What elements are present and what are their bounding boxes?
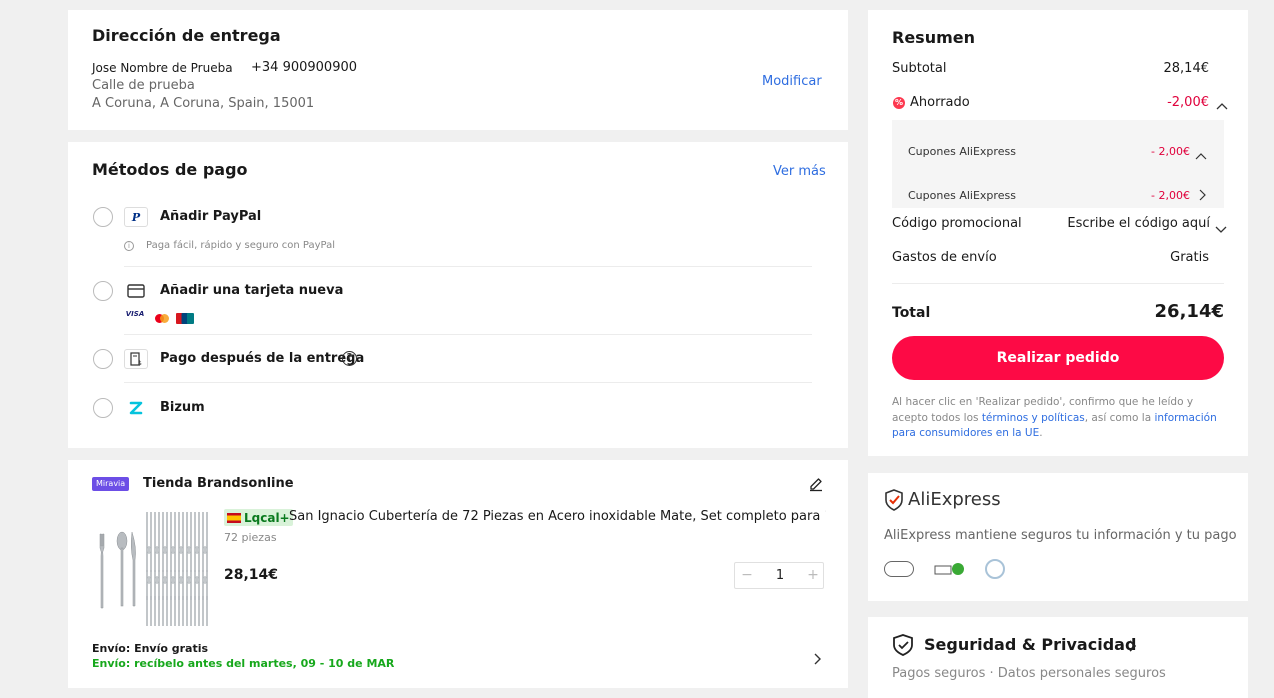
security-text: Pagos seguros · Datos personales seguros bbox=[892, 666, 1166, 681]
modify-address-link[interactable]: Modificar bbox=[762, 74, 822, 89]
divider bbox=[124, 266, 812, 267]
discount-icon: % bbox=[893, 97, 905, 109]
promo-code-input[interactable]: Escribe el código aquí bbox=[1067, 216, 1210, 231]
total-label: Total bbox=[892, 305, 931, 321]
unionpay-icon bbox=[176, 309, 194, 324]
security-title[interactable]: Seguridad & Privacidad bbox=[924, 635, 1136, 654]
paypal-radio[interactable] bbox=[93, 207, 113, 227]
increase-button[interactable]: + bbox=[801, 563, 825, 588]
summary-title: Resumen bbox=[892, 28, 975, 47]
subtotal-value: 28,14€ bbox=[1163, 61, 1210, 76]
local-badge-text: Lqcal+ bbox=[244, 510, 290, 525]
paypal-note: Paga fácil, rápido y seguro con PayPal bbox=[146, 240, 336, 251]
divider bbox=[124, 382, 812, 383]
quantity-stepper: − 1 + bbox=[734, 562, 824, 589]
delivery-estimate: Envío: recíbelo antes del martes, 09 - 1… bbox=[92, 657, 395, 670]
total-value: 26,14€ bbox=[1154, 301, 1224, 322]
trust-card: AliExpress AliExpress mantiene seguros t… bbox=[868, 473, 1248, 601]
recipient-name: Jose Nombre de Prueba bbox=[92, 61, 233, 75]
bizum-label[interactable]: Bizum bbox=[160, 400, 205, 415]
bizum-icon bbox=[124, 398, 148, 418]
security-badge-icon bbox=[884, 561, 914, 577]
bizum-radio[interactable] bbox=[93, 398, 113, 418]
product-title[interactable]: San Ignacio Cubertería de 72 Piezas en A… bbox=[289, 509, 826, 524]
chevron-up-icon[interactable] bbox=[1195, 147, 1207, 160]
payment-card: Métodos de pago Ver más P Añadir PayPal … bbox=[68, 142, 848, 448]
terms-text-3: . bbox=[1039, 427, 1043, 439]
aliexpress-logo: AliExpress bbox=[908, 489, 1001, 510]
paypal-label[interactable]: Añadir PayPal bbox=[160, 209, 261, 224]
coupon-label: Cupones AliExpress bbox=[908, 189, 1016, 202]
security-card: Seguridad & Privacidad Pagos seguros · D… bbox=[868, 617, 1248, 698]
coupon-value: - 2,00€ bbox=[1151, 145, 1190, 158]
edit-icon[interactable] bbox=[808, 476, 824, 492]
payment-title: Métodos de pago bbox=[92, 160, 248, 179]
saved-value: -2,00€ bbox=[1167, 95, 1209, 110]
store-name[interactable]: Tienda Brandsonline bbox=[143, 476, 294, 491]
chevron-up-icon[interactable] bbox=[1216, 97, 1228, 110]
help-icon[interactable]: ? bbox=[342, 351, 357, 366]
address-line1: Calle de prueba bbox=[92, 78, 195, 93]
info-icon: i bbox=[124, 241, 134, 251]
chevron-right-icon[interactable] bbox=[812, 650, 822, 665]
promo-code-label: Código promocional bbox=[892, 216, 1022, 231]
trust-text: AliExpress mantiene seguros tu informaci… bbox=[884, 528, 1237, 543]
coupon-value: - 2,00€ bbox=[1151, 189, 1190, 202]
address-card: Dirección de entrega Jose Nombre de Prue… bbox=[68, 10, 848, 130]
chevron-down-icon[interactable] bbox=[1215, 219, 1227, 233]
chevron-right-icon[interactable] bbox=[1197, 187, 1207, 201]
product-variant: 72 piezas bbox=[224, 531, 277, 544]
terms-text-2: , así como la bbox=[1084, 411, 1155, 424]
cod-radio[interactable] bbox=[93, 349, 113, 369]
store-badge: Miravia bbox=[92, 477, 130, 491]
shield-check-icon bbox=[892, 634, 914, 656]
cash-on-delivery-icon: $ bbox=[124, 349, 148, 369]
terms-text: Al hacer clic en 'Realizar pedido', conf… bbox=[892, 395, 1228, 442]
spain-flag-icon bbox=[227, 512, 241, 523]
paypal-icon: P bbox=[124, 207, 148, 227]
coupon-label: Cupones AliExpress bbox=[908, 145, 1016, 158]
recipient-phone: +34 900900900 bbox=[251, 60, 358, 75]
coupons-panel: Cupones AliExpress - 2,00€ Cupones AliEx… bbox=[892, 120, 1224, 208]
store-card: Miravia Tienda Brandsonline Lqcal+ San I… bbox=[68, 460, 848, 688]
credit-card-icon bbox=[124, 281, 148, 301]
saved-label: Ahorrado bbox=[910, 95, 970, 110]
divider bbox=[892, 283, 1224, 284]
summary-card: Resumen Subtotal 28,14€ % Ahorrado -2,00… bbox=[868, 10, 1248, 456]
shipping-cost-label: Gastos de envío bbox=[892, 250, 997, 265]
cod-label[interactable]: Pago después de la entrega bbox=[160, 351, 364, 366]
shield-check-icon bbox=[884, 489, 904, 511]
product-image[interactable] bbox=[92, 508, 212, 628]
product-price: 28,14€ bbox=[224, 567, 279, 583]
terms-link[interactable]: términos y políticas bbox=[982, 412, 1085, 424]
see-more-link[interactable]: Ver más bbox=[773, 164, 826, 179]
card-label[interactable]: Añadir una tarjeta nueva bbox=[160, 283, 343, 298]
svg-text:$: $ bbox=[138, 360, 142, 366]
shipping-cost-value: Gratis bbox=[1170, 250, 1209, 265]
chevron-right-icon[interactable] bbox=[1127, 638, 1137, 652]
divider bbox=[124, 334, 812, 335]
security-badge-icon bbox=[985, 559, 1005, 579]
card-radio[interactable] bbox=[93, 281, 113, 301]
quantity-input[interactable]: 1 bbox=[759, 563, 801, 588]
local-plus-badge: Lqcal+ bbox=[224, 509, 293, 526]
security-badge-icon bbox=[934, 561, 964, 577]
subtotal-label: Subtotal bbox=[892, 61, 947, 76]
address-line2: A Coruna, A Coruna, Spain, 15001 bbox=[92, 96, 315, 111]
shipping-info: Envío: Envío gratis bbox=[92, 642, 209, 655]
place-order-button[interactable]: Realizar pedido bbox=[892, 336, 1224, 380]
visa-icon: VISA bbox=[125, 310, 145, 318]
address-title: Dirección de entrega bbox=[92, 26, 281, 45]
decrease-button[interactable]: − bbox=[735, 563, 759, 588]
mastercard-icon bbox=[151, 309, 173, 323]
